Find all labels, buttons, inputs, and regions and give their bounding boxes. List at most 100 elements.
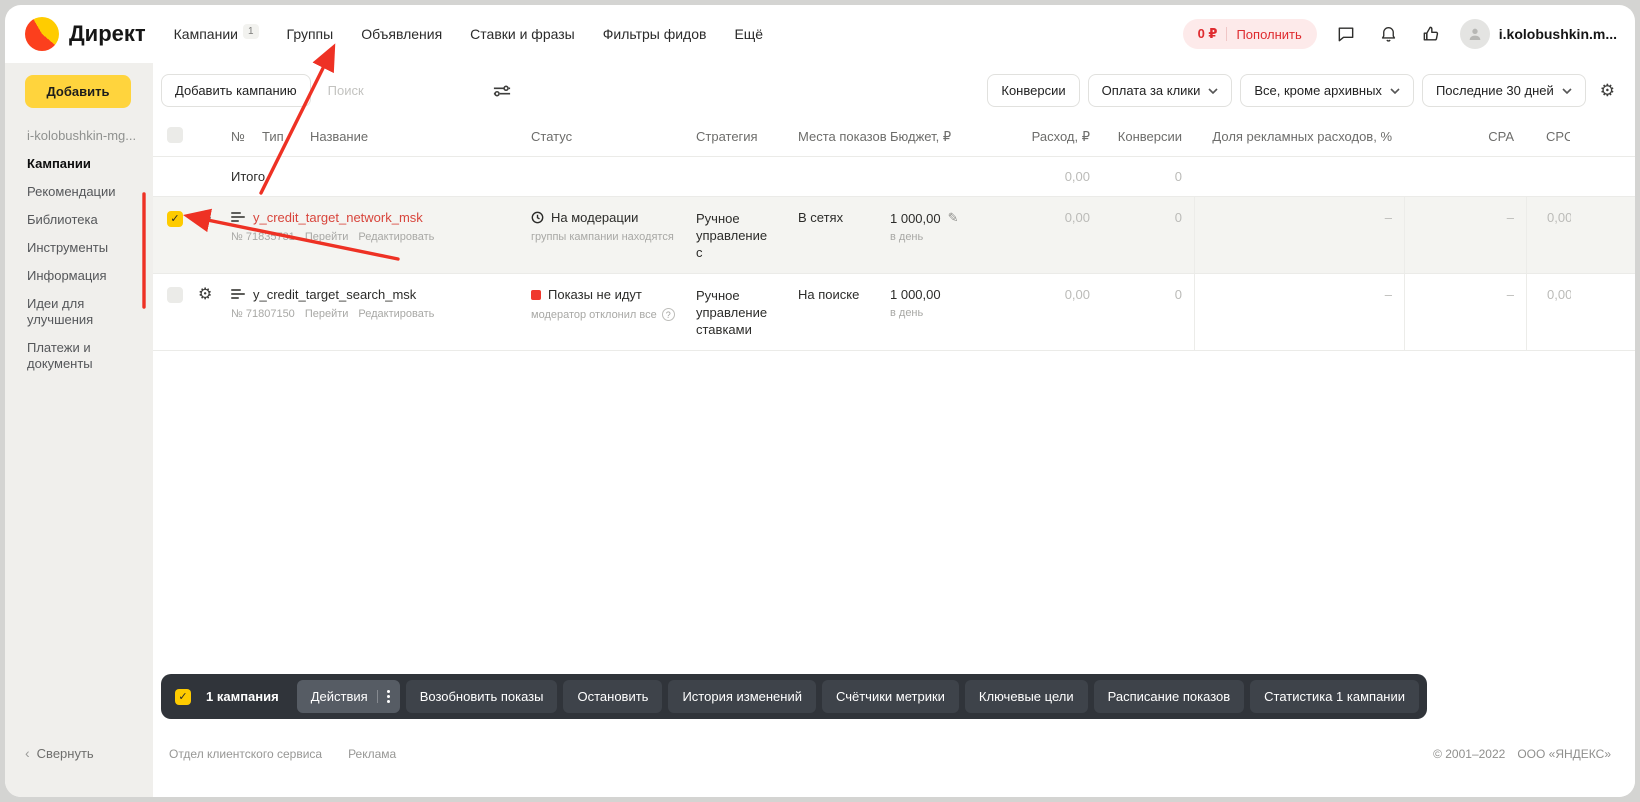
col-cpc[interactable]: CPC bbox=[1526, 129, 1635, 144]
go-to-link[interactable]: Перейти bbox=[305, 231, 349, 243]
period-label: Последние 30 дней bbox=[1435, 83, 1554, 98]
selection-checkbox[interactable] bbox=[175, 688, 191, 705]
search-input[interactable] bbox=[318, 74, 479, 107]
status-note: модератор отклонил все bbox=[531, 308, 657, 321]
thumbs-up-icon bbox=[1423, 26, 1438, 41]
stopped-status-icon bbox=[531, 289, 541, 300]
selected-count: 1 кампания bbox=[206, 689, 279, 704]
yandex-direct-logo[interactable]: Директ bbox=[25, 17, 146, 51]
pill-divider bbox=[1226, 27, 1228, 41]
period-dropdown[interactable]: Последние 30 дней bbox=[1421, 74, 1586, 107]
table-settings-button[interactable]: ⚙ bbox=[1594, 76, 1621, 105]
go-to-link[interactable]: Перейти bbox=[305, 308, 349, 320]
edit-link[interactable]: Редактировать bbox=[358, 231, 434, 243]
copyright: © 2001–2022 bbox=[1433, 747, 1506, 761]
chat-button[interactable] bbox=[1332, 20, 1360, 48]
placement-cell: На поиске bbox=[798, 287, 860, 302]
select-all-checkbox[interactable] bbox=[167, 127, 183, 143]
nav-tab-bids[interactable]: Ставки и фразы bbox=[470, 26, 575, 42]
nav-tab-feed-filters[interactable]: Фильтры фидов bbox=[603, 26, 707, 42]
conversions-cell: 0 bbox=[1174, 287, 1182, 302]
nav-tab-ads[interactable]: Объявления bbox=[361, 26, 442, 42]
kebab-menu-icon bbox=[376, 690, 390, 703]
payment-model-dropdown[interactable]: Оплата за клики bbox=[1087, 74, 1233, 107]
col-status[interactable]: Статус bbox=[531, 129, 696, 144]
add-campaign-button[interactable]: Добавить кампанию bbox=[161, 74, 311, 107]
nav-tab-campaigns[interactable]: Кампании 1 bbox=[174, 24, 259, 42]
campaign-name-link[interactable]: y_credit_target_search_msk bbox=[253, 287, 416, 302]
col-budget[interactable]: Бюджет, ₽ bbox=[890, 129, 1002, 145]
nav-tab-more-label: Ещё bbox=[734, 26, 764, 42]
archive-filter-label: Все, кроме архивных bbox=[1254, 83, 1382, 98]
sidebar-item-account[interactable]: i-kolobushkin-mg... bbox=[5, 122, 153, 150]
sidebar-item-payments[interactable]: Платежи и документы bbox=[5, 334, 153, 378]
edit-budget-pencil-icon[interactable]: ✎ bbox=[948, 210, 959, 226]
sidebar-collapse-button[interactable]: Свернуть bbox=[5, 745, 153, 797]
feedback-button[interactable] bbox=[1417, 20, 1445, 48]
row-checkbox[interactable] bbox=[167, 287, 183, 303]
key-goals-button[interactable]: Ключевые цели bbox=[964, 680, 1088, 713]
actions-menu-button[interactable]: Действия bbox=[296, 680, 400, 713]
sidebar-item-tools[interactable]: Инструменты bbox=[5, 234, 153, 262]
change-history-button[interactable]: История изменений bbox=[668, 680, 816, 713]
totals-label: Итого bbox=[231, 169, 266, 184]
col-spend[interactable]: Расход, ₽ bbox=[1002, 129, 1102, 145]
col-conversions[interactable]: Конверсии bbox=[1102, 129, 1194, 144]
sidebar-item-ideas[interactable]: Идеи для улучшения bbox=[5, 290, 153, 334]
share-cell: – bbox=[1194, 197, 1404, 273]
col-cpa[interactable]: CPA bbox=[1404, 129, 1526, 144]
campaign-statistics-button[interactable]: Статистика 1 кампании bbox=[1250, 680, 1419, 713]
actions-label: Действия bbox=[310, 689, 368, 704]
stop-button[interactable]: Остановить bbox=[563, 680, 663, 713]
row-checkbox[interactable] bbox=[167, 210, 183, 227]
budget-value: 1 000,00 bbox=[890, 287, 941, 302]
sliders-icon bbox=[493, 85, 510, 96]
user-menu[interactable]: i.kolobushkin.m... bbox=[1459, 19, 1617, 49]
budget-period: в день bbox=[890, 231, 924, 243]
sidebar-item-recommendations[interactable]: Рекомендации bbox=[5, 178, 153, 206]
topup-link[interactable]: Пополнить bbox=[1236, 27, 1301, 42]
nav-tab-groups[interactable]: Группы bbox=[287, 26, 334, 42]
sidebar-item-library[interactable]: Библиотека bbox=[5, 206, 153, 234]
col-strategy[interactable]: Стратегия bbox=[696, 129, 798, 144]
metrica-counters-button[interactable]: Счётчики метрики bbox=[821, 680, 959, 713]
gear-icon: ⚙ bbox=[1599, 81, 1615, 100]
balance-pill[interactable]: 0 ₽ Пополнить bbox=[1182, 19, 1317, 49]
info-icon[interactable] bbox=[661, 308, 675, 321]
col-share[interactable]: Доля рекламных расходов, % bbox=[1194, 129, 1404, 144]
budget-value: 1 000,00 bbox=[890, 210, 941, 226]
text-campaign-type-icon bbox=[231, 211, 245, 222]
notifications-button[interactable] bbox=[1375, 20, 1402, 48]
nav-tab-more[interactable]: Ещё bbox=[734, 26, 763, 42]
col-places[interactable]: Места показов bbox=[798, 129, 890, 144]
sidebar-item-information[interactable]: Информация bbox=[5, 262, 153, 290]
add-button[interactable]: Добавить bbox=[25, 75, 131, 108]
campaign-name-link[interactable]: y_credit_target_network_msk bbox=[253, 210, 423, 225]
top-header: Директ Кампании 1 Группы Объявления Став… bbox=[5, 5, 1635, 63]
company-name: ООО «ЯНДЕКС» bbox=[1517, 747, 1611, 761]
app-title: Директ bbox=[69, 21, 146, 46]
client-service-link[interactable]: Отдел клиентского сервиса bbox=[169, 747, 322, 761]
col-number[interactable]: № bbox=[231, 129, 262, 144]
chevron-left-icon bbox=[25, 745, 30, 761]
payment-model-label: Оплата за клики bbox=[1101, 83, 1201, 98]
col-name[interactable]: Название bbox=[310, 129, 368, 144]
cpc-value: 0,00 bbox=[1547, 287, 1571, 302]
collapse-label: Свернуть bbox=[36, 745, 94, 761]
archive-filter-dropdown[interactable]: Все, кроме архивных bbox=[1240, 74, 1414, 107]
strategy-cell: Ручное управление с bbox=[696, 211, 768, 260]
edit-link[interactable]: Редактировать bbox=[358, 308, 434, 320]
sidebar-item-campaigns[interactable]: Кампании bbox=[5, 150, 153, 178]
sidebar: Добавить i-kolobushkin-mg... Кампании Ре… bbox=[5, 63, 153, 797]
show-schedule-button[interactable]: Расписание показов bbox=[1093, 680, 1245, 713]
row-settings-gear-icon[interactable]: ⚙ bbox=[195, 274, 231, 350]
col-type[interactable]: Тип bbox=[262, 129, 310, 144]
filters-button[interactable] bbox=[487, 77, 517, 105]
totals-spend: 0,00 bbox=[1064, 169, 1090, 184]
campaign-number: № 71835731 bbox=[231, 231, 295, 243]
advertising-link[interactable]: Реклама bbox=[348, 747, 396, 761]
share-cell: – bbox=[1194, 274, 1404, 350]
conversions-filter-button[interactable]: Конверсии bbox=[987, 74, 1080, 107]
row-settings-gear-icon[interactable]: ⚙ bbox=[195, 197, 231, 273]
resume-shows-button[interactable]: Возобновить показы bbox=[405, 680, 558, 713]
